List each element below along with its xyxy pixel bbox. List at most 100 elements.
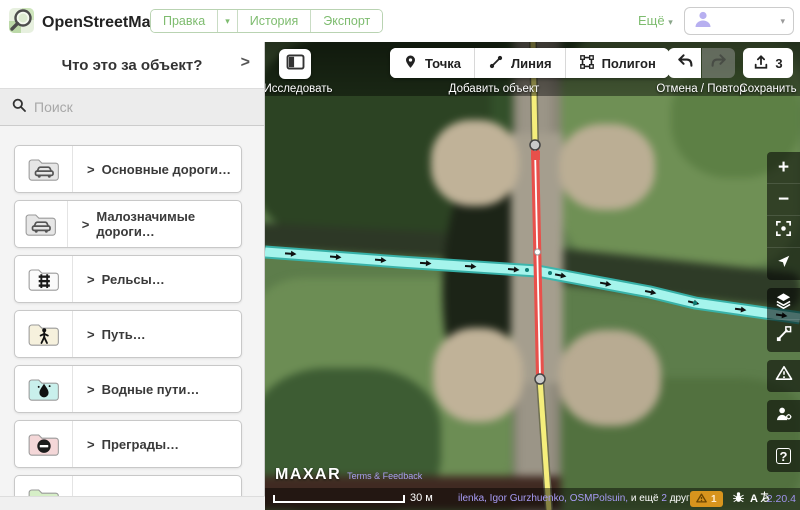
sidebar-header: Что это за объект? > — [0, 42, 264, 88]
selected-vertex-marker — [531, 151, 540, 160]
caret-down-icon: ▾ — [780, 16, 785, 27]
point-pin-icon — [403, 53, 418, 73]
category-text: Путь… — [102, 327, 146, 342]
question-mark-icon: ? — [776, 448, 791, 464]
statusbar-icons: A — [732, 491, 770, 507]
category-rails[interactable]: > Рельсы… — [14, 255, 242, 303]
map-statusbar: 30 м ilenka, Igor Gurzhuenko, OSMPolsuin… — [265, 488, 800, 510]
category-next-partial[interactable]: > — [14, 475, 242, 497]
search-bar — [0, 88, 264, 126]
maxar-logo: MAXAR — [275, 466, 341, 484]
expand-chevron-icon: > — [87, 327, 95, 342]
map-controls: + − — [767, 152, 800, 480]
point-label: Точка — [425, 56, 461, 71]
more-label: Ещё — [638, 13, 665, 28]
category-label: > Основные дороги… — [73, 146, 231, 192]
category-barriers[interactable]: > Преграды… — [14, 420, 242, 468]
history-button[interactable]: История — [238, 10, 311, 32]
map-canvas[interactable]: Исследовать Точка Линия — [265, 42, 800, 510]
category-major-roads[interactable]: > Основные дороги… — [14, 145, 242, 193]
top-header: OpenStreetMap Правка ▾ История Экспорт Е… — [0, 0, 800, 42]
more-menu[interactable]: Ещё ▾ — [638, 13, 673, 28]
zoom-in-button[interactable]: + — [767, 152, 800, 184]
preset-sidebar: Что это за объект? > > — [0, 42, 265, 510]
sidebar-layout-icon — [286, 54, 305, 75]
navigation-arrow-icon — [776, 253, 791, 275]
bug-report-icon[interactable] — [732, 490, 745, 508]
undo-arrow-icon — [676, 52, 694, 74]
brand-title: OpenStreetMap — [42, 14, 160, 32]
browse-mode-button[interactable] — [279, 49, 311, 79]
save-label: Сохранить — [733, 83, 800, 95]
undo-button[interactable] — [668, 48, 701, 78]
polygon-label: Полигон — [602, 56, 656, 71]
map-data-button[interactable] — [767, 320, 800, 352]
osm-brand[interactable]: OpenStreetMap — [8, 7, 160, 39]
contributor-links[interactable]: ilenka, Igor Gurzhuenko, OSMPolsuin, — [458, 493, 628, 504]
backgrounds-button[interactable] — [767, 288, 800, 320]
warning-triangle-icon — [775, 365, 793, 387]
junction-vertex — [530, 140, 540, 150]
add-object-group: Точка Линия Полигон — [390, 48, 669, 78]
more-count-link[interactable]: 2 — [661, 493, 667, 504]
zoom-out-button[interactable]: − — [767, 184, 800, 216]
data-vertex-icon — [775, 325, 792, 348]
expand-chevron-icon: > — [87, 272, 95, 287]
preset-category-list: > Основные дороги… > Малозначимые дороги… — [0, 127, 265, 497]
osm-id-editor: OpenStreetMap Правка ▾ История Экспорт Е… — [0, 0, 800, 510]
contributors-attribution: ilenka, Igor Gurzhuenko, OSMPolsuin, и е… — [458, 493, 708, 504]
browse-label: Исследовать — [265, 83, 343, 95]
line-segment-icon — [488, 54, 504, 73]
geolocate-button[interactable] — [767, 248, 800, 280]
terms-feedback-link[interactable]: Terms & Feedback — [347, 471, 422, 481]
search-icon — [12, 98, 26, 117]
issues-indicator[interactable]: 1 — [690, 491, 723, 507]
osm-logo-icon — [8, 7, 35, 39]
water-folder-icon — [15, 366, 73, 412]
and-more-text: и ещё — [631, 493, 659, 504]
collapse-sidebar-chevron-icon[interactable]: > — [241, 54, 250, 72]
user-menu[interactable]: ▾ — [684, 7, 794, 35]
category-minor-roads[interactable]: > Малозначимые дороги… — [14, 200, 242, 248]
category-label: > Преграды… — [73, 421, 179, 467]
minus-icon: − — [778, 189, 789, 211]
category-waterways[interactable]: > Водные пути… — [14, 365, 242, 413]
car-folder-icon — [15, 146, 73, 192]
selected-way — [530, 140, 545, 384]
add-polygon-button[interactable]: Полигон — [566, 48, 669, 78]
category-text: Основные дороги… — [102, 162, 231, 177]
scale-label: 30 м — [410, 492, 433, 504]
locale-latin-glyph: A — [750, 493, 758, 505]
zoom-to-selection-button[interactable] — [767, 216, 800, 248]
polygon-icon — [579, 54, 595, 73]
save-button[interactable]: 3 — [743, 48, 793, 78]
junction-vertex — [535, 374, 545, 384]
edit-button[interactable]: Правка — [151, 10, 218, 32]
rails-folder-icon — [15, 256, 73, 302]
category-paths[interactable]: > Путь… — [14, 310, 242, 358]
scale-bar — [273, 495, 405, 503]
version-link[interactable]: 2.20.4 — [767, 493, 796, 505]
redo-arrow-icon — [710, 52, 728, 74]
edit-dropdown-caret[interactable]: ▾ — [218, 10, 238, 32]
header-nav: Правка ▾ История Экспорт — [150, 9, 383, 33]
issues-button[interactable] — [767, 360, 800, 392]
preferences-button[interactable] — [767, 400, 800, 432]
car-folder-icon — [15, 201, 68, 247]
expand-chevron-icon: > — [87, 162, 95, 177]
sidebar-title: Что это за объект? — [62, 57, 203, 74]
upload-icon — [753, 54, 769, 73]
add-point-button[interactable]: Точка — [390, 48, 475, 78]
expand-chevron-icon: > — [82, 217, 90, 232]
category-label: > Водные пути… — [73, 366, 199, 412]
help-button[interactable]: ? — [767, 440, 800, 472]
search-input[interactable] — [34, 99, 252, 115]
expand-chevron-icon: > — [87, 382, 95, 397]
add-line-button[interactable]: Линия — [475, 48, 566, 78]
redo-button-disabled[interactable] — [702, 48, 735, 78]
export-button[interactable]: Экспорт — [311, 10, 382, 32]
category-text: Преграды… — [102, 437, 179, 452]
midpoint-vertex — [535, 249, 541, 255]
caret-down-icon: ▾ — [225, 16, 230, 27]
user-avatar-icon — [693, 9, 713, 34]
